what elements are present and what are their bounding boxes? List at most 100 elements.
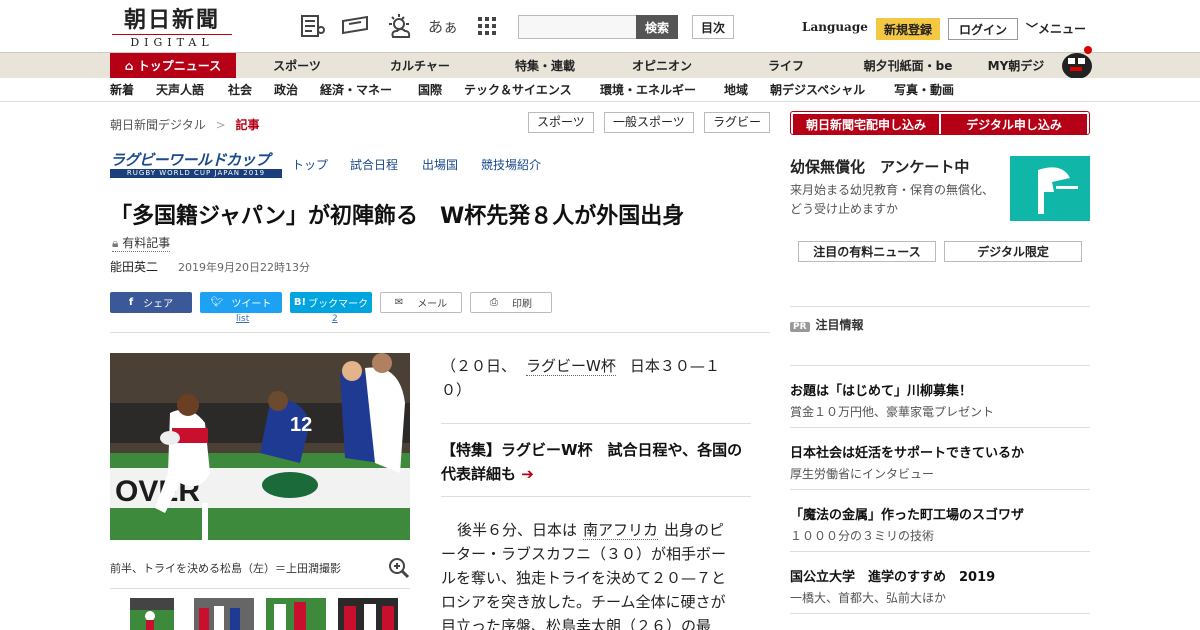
promo-item-sub: 厚生労働省にインタビュー <box>790 467 935 481</box>
paid-news-button[interactable]: 注目の有料ニュース <box>798 241 936 262</box>
rwc-logo-sub: RUGBY WORLD CUP JAPAN 2019 <box>110 169 282 178</box>
hatena-bookmark-button[interactable]: B! ブックマーク <box>290 292 372 313</box>
nav-society[interactable]: 社会 <box>228 78 252 102</box>
promo-item-title[interactable]: お題は「はじめて」川柳募集！ <box>790 380 972 399</box>
nav-tenseijingo[interactable]: 天声人語 <box>156 78 204 102</box>
login-button[interactable]: ログイン <box>948 18 1018 40</box>
nav-special[interactable]: 朝デジスペシャル <box>770 78 865 102</box>
nav-features[interactable]: 特集・連載 <box>500 53 590 79</box>
hatena-label: ブックマーク <box>308 299 369 310</box>
ticket-icon[interactable] <box>340 12 370 40</box>
nav-economy[interactable]: 経済・マネー <box>320 78 392 102</box>
nav-photo-video[interactable]: 写真・動画 <box>894 78 954 102</box>
mail-share-button[interactable]: ✉ メール <box>380 292 462 313</box>
divider <box>441 423 751 424</box>
nav-international[interactable]: 国際 <box>418 78 442 102</box>
asahi-logo[interactable]: 朝日新聞 DIGITAL <box>112 8 232 49</box>
breadcrumb-separator: > <box>215 118 226 132</box>
mail-label: メール <box>417 299 448 310</box>
home-icon: ⌂ <box>124 59 138 73</box>
promo-item-sub: 賞金１０万円他、豪華家電プレゼント <box>790 405 995 419</box>
hatena-icon: B! <box>293 297 307 308</box>
subscribe-paper-button[interactable]: 朝日新聞宅配申し込み <box>793 114 939 134</box>
promo-item-title[interactable]: 国公立大学 進学のすすめ 2019 <box>790 566 995 585</box>
digital-only-button[interactable]: デジタル限定 <box>944 241 1082 262</box>
photo-thumbnail[interactable] <box>130 598 174 630</box>
divider <box>790 613 1090 614</box>
promo-item-sub: １０００分の３ミリの技術 <box>790 529 935 543</box>
menu-button[interactable]: ﹀メニュー <box>1026 20 1086 37</box>
tag-sports[interactable]: スポーツ <box>528 112 594 133</box>
lead-prefix: （２０日、 <box>441 357 517 375</box>
nav-tech[interactable]: テック＆サイエンス <box>464 78 572 102</box>
rwc-logo-main: ラグビーワールドカップ <box>110 151 270 169</box>
zoom-icon[interactable] <box>388 557 410 584</box>
search-button[interactable]: 検索 <box>636 15 678 39</box>
nav-my-asahi[interactable]: MY朝デジ <box>980 53 1052 79</box>
language-link[interactable]: Language <box>802 20 868 34</box>
twitter-count[interactable]: list <box>236 314 249 324</box>
facebook-share-button[interactable]: f シェア <box>110 292 192 313</box>
apps-grid-icon[interactable] <box>472 12 502 40</box>
divider <box>790 365 1090 366</box>
promo-item-title[interactable]: 「魔法の金属」作った町工場のスゴワザ <box>790 504 1024 523</box>
register-button[interactable]: 新規登録 <box>876 18 940 40</box>
survey-ad-text[interactable]: 来月始まる幼児教育・保育の無償化、どう受け止めますか <box>790 181 1005 219</box>
print-label: 印刷 <box>512 299 532 310</box>
promo-item-title[interactable]: 日本社会は妊活をサポートできているか <box>790 442 1024 461</box>
nav-paper[interactable]: 朝夕刊紙面・be <box>855 53 961 79</box>
survey-ad-image[interactable] <box>1010 156 1090 221</box>
attention-label: 注目情報 <box>815 318 864 332</box>
rwc-link-countries[interactable]: 出場国 <box>422 156 458 173</box>
nav-local[interactable]: 地域 <box>724 78 748 102</box>
rwc-logo[interactable]: ラグビーワールドカップ RUGBY WORLD CUP JAPAN 2019 <box>110 152 282 180</box>
toc-button[interactable]: 目次 <box>692 15 734 39</box>
breadcrumb-current: 記事 <box>235 118 260 132</box>
breadcrumb-home[interactable]: 朝日新聞デジタル <box>110 118 206 132</box>
body-text: 後半６分、日本は <box>457 521 578 539</box>
photo-thumbnail[interactable] <box>194 598 254 630</box>
body-text: 出身のピ <box>664 521 725 539</box>
nav-environment[interactable]: 環境・エネルギー <box>600 78 696 102</box>
rwc-link-schedule[interactable]: 試合日程 <box>350 156 398 173</box>
tag-general-sports[interactable]: 一般スポーツ <box>604 112 694 133</box>
divider <box>110 588 410 589</box>
twitter-share-label: ツイート <box>231 299 272 310</box>
breadcrumb: 朝日新聞デジタル > 記事 <box>110 116 260 133</box>
pr-badge: PR <box>790 322 810 332</box>
link-south-africa[interactable]: 南アフリカ <box>583 521 659 540</box>
attention-header: PR 注目情報 <box>790 316 864 333</box>
tag-rugby[interactable]: ラグビー <box>704 112 771 133</box>
author[interactable]: 能田英二 <box>110 258 158 275</box>
hatena-count[interactable]: 2 <box>332 314 338 324</box>
chevron-down-icon: ﹀ <box>1026 22 1039 36</box>
rwc-link-top[interactable]: トップ <box>292 156 328 173</box>
print-button[interactable]: ⎙ 印刷 <box>470 292 552 313</box>
facebook-icon: f <box>128 297 134 308</box>
nav-life[interactable]: ライフ <box>758 53 814 79</box>
weather-icon[interactable] <box>384 12 414 40</box>
newspaper-icon[interactable] <box>298 12 328 40</box>
article-photo[interactable]: OVER 12 <box>110 353 410 540</box>
lead-link-rwc[interactable]: ラグビーW杯 <box>526 357 616 376</box>
paid-label[interactable]: 🔒︎ 有料記事 <box>112 234 171 252</box>
subscribe-box: 朝日新聞宅配申し込み デジタル申し込み <box>790 111 1090 135</box>
body-line: 後半６分、日本は 南アフリカ 出身のピ <box>457 518 724 542</box>
nav-sports[interactable]: スポーツ <box>262 53 332 79</box>
nav-opinion[interactable]: オピニオン <box>622 53 702 79</box>
photo-thumbnail[interactable] <box>338 598 398 630</box>
twitter-share-button[interactable]: 🐦︎ ツイート <box>200 292 282 313</box>
nav-top-news[interactable]: ⌂ トップニュース <box>110 53 236 79</box>
survey-ad-title[interactable]: 幼保無償化 アンケート中 <box>790 156 969 177</box>
nav-culture[interactable]: カルチャー <box>380 53 460 79</box>
body-line: ーター・ラブスカフニ（３０）が相手ボー <box>441 545 727 563</box>
photo-thumbnail[interactable] <box>266 598 326 630</box>
font-size-icon[interactable]: あぁ <box>428 12 458 40</box>
nav-latest[interactable]: 新着 <box>110 78 134 102</box>
rwc-link-venues[interactable]: 競技場紹介 <box>481 156 541 173</box>
feature-link[interactable]: 【特集】ラグビーW杯 試合日程や、各国の代表詳細も ➔ <box>441 438 751 486</box>
page: 朝日新聞 DIGITAL あぁ 検索 目次 Language 新規登録 ログイン… <box>0 0 1200 630</box>
search-input[interactable] <box>518 15 638 39</box>
subscribe-digital-button[interactable]: デジタル申し込み <box>941 114 1087 134</box>
nav-politics[interactable]: 政治 <box>274 78 298 102</box>
